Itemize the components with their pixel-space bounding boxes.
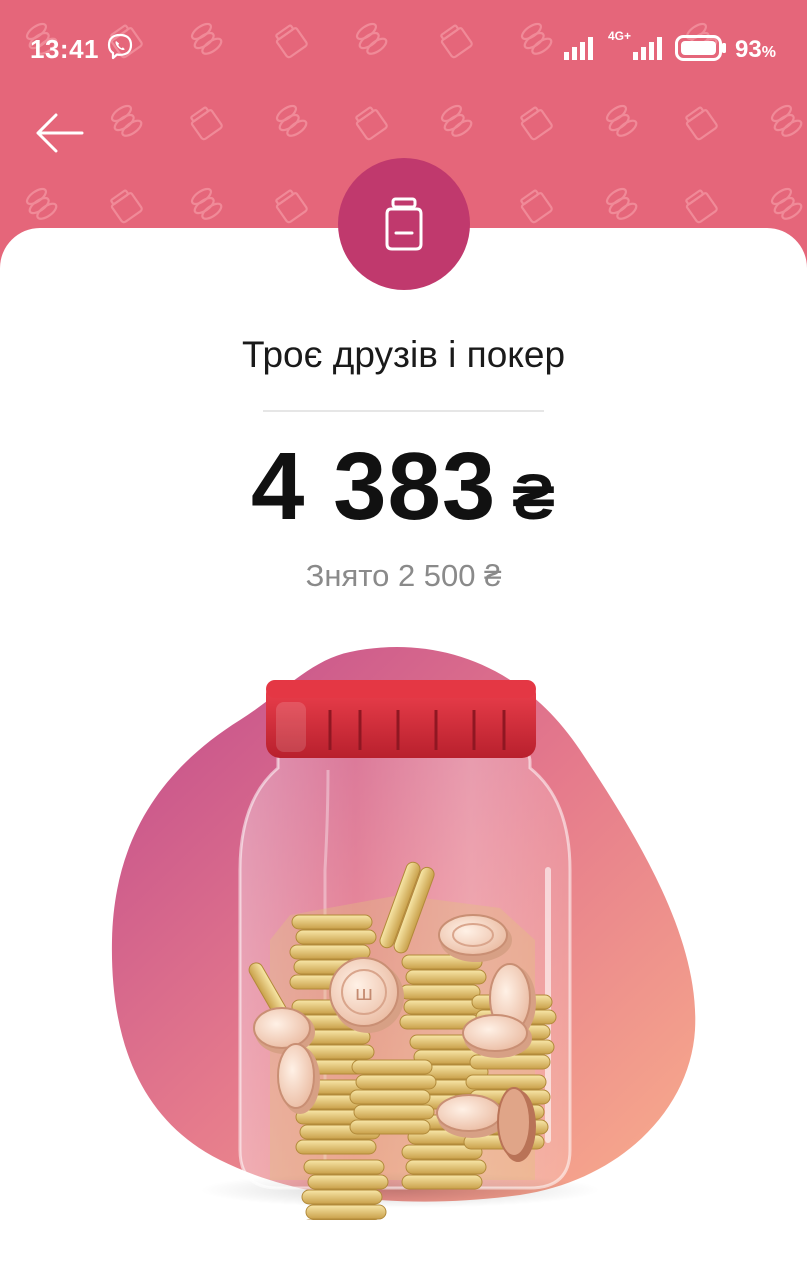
coin-jar-illustration: ш [111,647,696,1220]
status-time: 13:41 [30,34,99,64]
divider [263,410,544,412]
back-button[interactable] [30,108,90,158]
jar-screen: 13:41 4G+ 93% Троє друзів і покер 4 383 … [0,0,807,1280]
svg-text:ш: ш [355,981,373,1005]
jar-lid [266,680,536,758]
balance-amount: 4 383 [251,433,497,540]
jar-balance: 4 383 ₴ [0,432,807,542]
signal-icon-secondary [633,37,662,60]
battery-icon [675,35,726,61]
jar-badge [338,158,470,290]
arrow-left-icon [36,113,84,153]
jar-icon [385,197,423,251]
battery-level: 93% [735,36,776,63]
status-bar: 13:41 4G+ 93% [0,0,807,96]
viber-icon [107,33,133,60]
jar-title: Троє друзів і покер [241,334,566,375]
withdrawn-amount: Знято 2 500 ₴ [305,558,502,593]
signal-icon [564,37,593,60]
balance-currency: ₴ [512,461,556,533]
